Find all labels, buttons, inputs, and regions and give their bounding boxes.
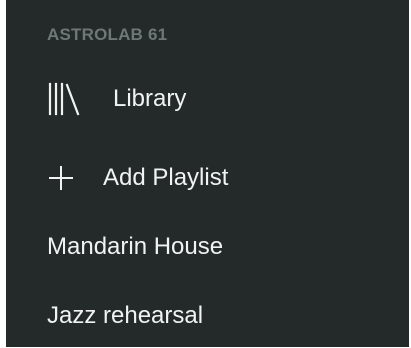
playlist-item-mandarin-house[interactable]: Mandarin House	[47, 228, 223, 266]
playlist-label: Mandarin House	[47, 233, 224, 260]
sidebar-item-label: Library	[113, 85, 187, 112]
playlist-item-jazz-rehearsal[interactable]: Jazz rehearsal	[47, 297, 203, 335]
add-playlist-label: Add Playlist	[103, 164, 229, 191]
section-title: ASTROLAB 61	[47, 25, 168, 44]
sidebar-panel: ASTROLAB 61 Library Add Playlist Mandari…	[6, 0, 409, 347]
sidebar-item-library[interactable]: Library	[47, 80, 186, 118]
library-icon	[47, 80, 85, 118]
plus-icon	[47, 164, 75, 192]
playlist-label: Jazz rehearsal	[47, 302, 204, 329]
add-playlist-button[interactable]: Add Playlist	[47, 159, 228, 197]
